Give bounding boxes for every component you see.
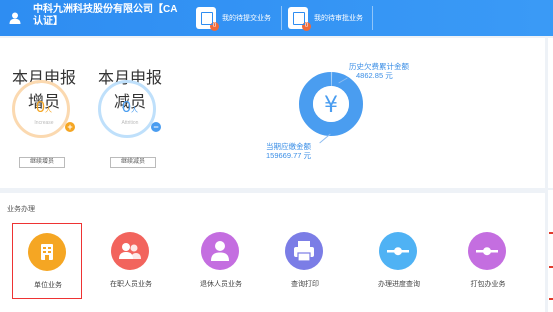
printer-icon (285, 232, 323, 270)
arrears-label: 历史欠费累计金额 (349, 62, 409, 71)
monthly-add-ring: 0人 Increase (12, 80, 70, 138)
tile-label: 查询打印 (291, 281, 319, 288)
tile-label: 退休人员业务 (200, 281, 242, 288)
tile-label: 打包办业务 (470, 281, 506, 288)
pending-count-badge: 0 (302, 22, 311, 31)
tile-label: 在职人员业务 (110, 281, 152, 288)
my-todo-button[interactable]: 0 我的待提交业务 (196, 3, 271, 33)
document-icon: 0 (288, 7, 311, 31)
tile-label: 办理进度查询 (378, 281, 420, 288)
header-divider (281, 6, 282, 30)
tile-label: 单位业务 (34, 282, 62, 289)
monthly-add-value: 0人 (36, 99, 52, 116)
continue-reduce-button[interactable]: 继续减员 (110, 157, 156, 168)
business-panel: 业务办理 单位业务 在职人员业务 退休人员业务 查询打印 办理进度查询 打包办业… (0, 193, 545, 312)
side-marker (549, 266, 553, 268)
tile-progress-query[interactable]: 办理进度查询 (364, 223, 434, 299)
people-icon (111, 232, 149, 270)
summary-panel: 本月申报增员 0人 Increase + 继续增员 本月申报减员 0人 Attr… (0, 38, 545, 188)
todo-count-badge: 0 (210, 22, 219, 31)
reduce-minus-icon[interactable]: − (151, 122, 161, 132)
package-icon (468, 232, 506, 270)
tile-query-print[interactable]: 查询打印 (270, 223, 340, 299)
my-todo-label: 我的待提交业务 (222, 15, 271, 22)
my-pending-button[interactable]: 0 我的待审批业务 (288, 3, 363, 33)
side-marker (549, 298, 553, 300)
side-panel-edge (548, 38, 553, 188)
tile-unit-business[interactable]: 单位业务 (12, 223, 82, 299)
yen-symbol: ¥ (324, 93, 338, 118)
header-divider (372, 6, 373, 30)
add-plus-icon[interactable]: + (65, 122, 75, 132)
building-icon (28, 233, 66, 271)
payment-donut-chart: ¥ (299, 71, 363, 136)
tile-employee-business[interactable]: 在职人员业务 (96, 223, 166, 299)
progress-icon (379, 232, 417, 270)
monthly-reduce-value: 0人 (122, 99, 138, 116)
top-header: 中科九洲科技股份有限公司【CA认证】 0 我的待提交业务 0 我的待审批业务 (0, 0, 553, 36)
business-section-title: 业务办理 (7, 206, 35, 213)
current-due-label: 当期应缴金额 (266, 142, 311, 151)
person-icon (201, 232, 239, 270)
monthly-reduce-ring: 0人 Attrition (98, 80, 156, 138)
my-pending-label: 我的待审批业务 (314, 15, 363, 22)
company-name: 中科九洲科技股份有限公司【CA认证】 (33, 4, 178, 27)
continue-add-button[interactable]: 继续增员 (19, 157, 65, 168)
tile-retiree-business[interactable]: 退休人员业务 (186, 223, 256, 299)
user-icon (9, 12, 21, 24)
document-icon: 0 (196, 7, 219, 31)
side-marker (549, 232, 553, 234)
arrears-value: 4862.85 元 (356, 71, 393, 80)
tile-package-business[interactable]: 打包办业务 (453, 223, 523, 299)
current-due-value: 159669.77 元 (266, 151, 312, 160)
side-panel-edge (548, 190, 553, 312)
